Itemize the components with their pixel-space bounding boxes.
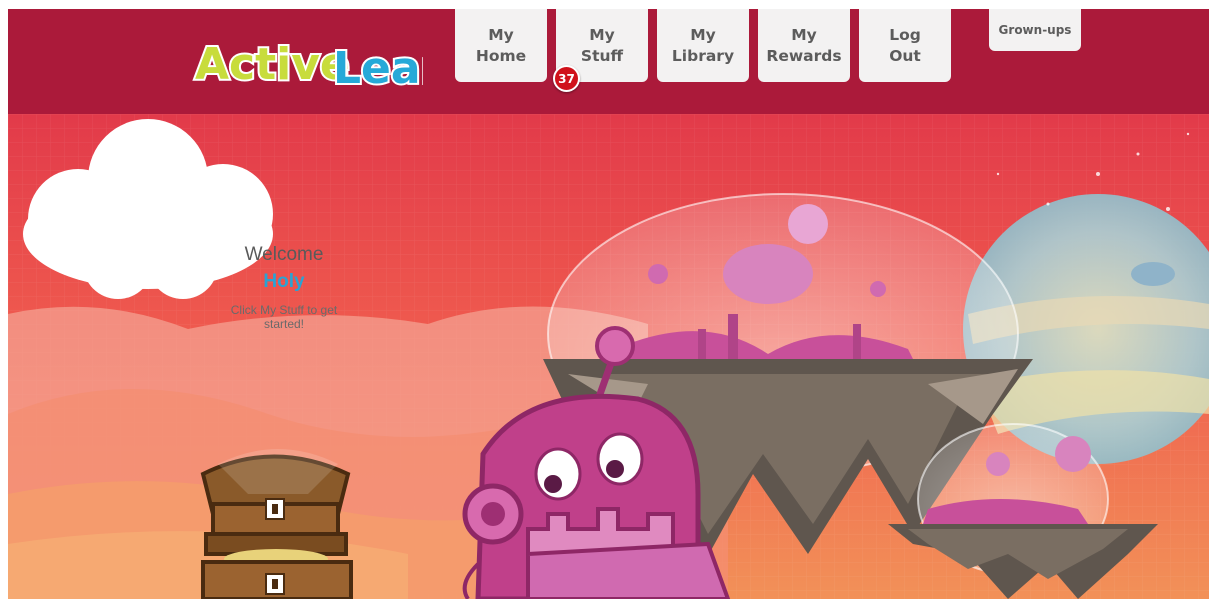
nav-my-home-line2: Home [475, 46, 527, 65]
app-frame: Active Learn My Home My Stuff My Library… [8, 9, 1209, 599]
grown-ups-button[interactable]: Grown-ups [989, 9, 1081, 51]
nav-my-home-line1: My [488, 25, 514, 44]
nav-my-rewards-line2: Rewards [766, 46, 842, 65]
nav-my-library-line1: My [690, 25, 716, 44]
activelearn-logo[interactable]: Active Learn [191, 23, 423, 93]
nav-my-rewards[interactable]: My Rewards [758, 9, 850, 82]
welcome-instruction: Click My Stuff to get started! [230, 303, 338, 331]
nav-my-library-line2: Library [671, 46, 735, 65]
nav-my-library[interactable]: My Library [657, 9, 749, 82]
nav-my-stuff-line2: Stuff [580, 46, 624, 65]
nav-log-out-line2: Out [889, 46, 921, 65]
my-stuff-count-badge[interactable]: 37 [553, 65, 580, 92]
logo-word-active: Active [195, 39, 350, 90]
top-nav-bar: Active Learn My Home My Stuff My Library… [8, 9, 1209, 114]
nav-log-out-line1: Log [889, 25, 921, 44]
nav-my-rewards-line1: My [791, 25, 817, 44]
logo-word-learn: Learn [333, 43, 423, 93]
welcome-message: Welcome Holy Click My Stuff to get start… [153, 244, 415, 331]
nav-log-out[interactable]: Log Out [859, 9, 951, 82]
home-scene: Welcome Holy Click My Stuff to get start… [8, 114, 1209, 599]
welcome-title: Welcome [244, 244, 324, 265]
nav-my-stuff-line1: My [589, 25, 615, 44]
nav-my-home[interactable]: My Home [455, 9, 547, 82]
welcome-user-name: Holy [263, 271, 305, 292]
